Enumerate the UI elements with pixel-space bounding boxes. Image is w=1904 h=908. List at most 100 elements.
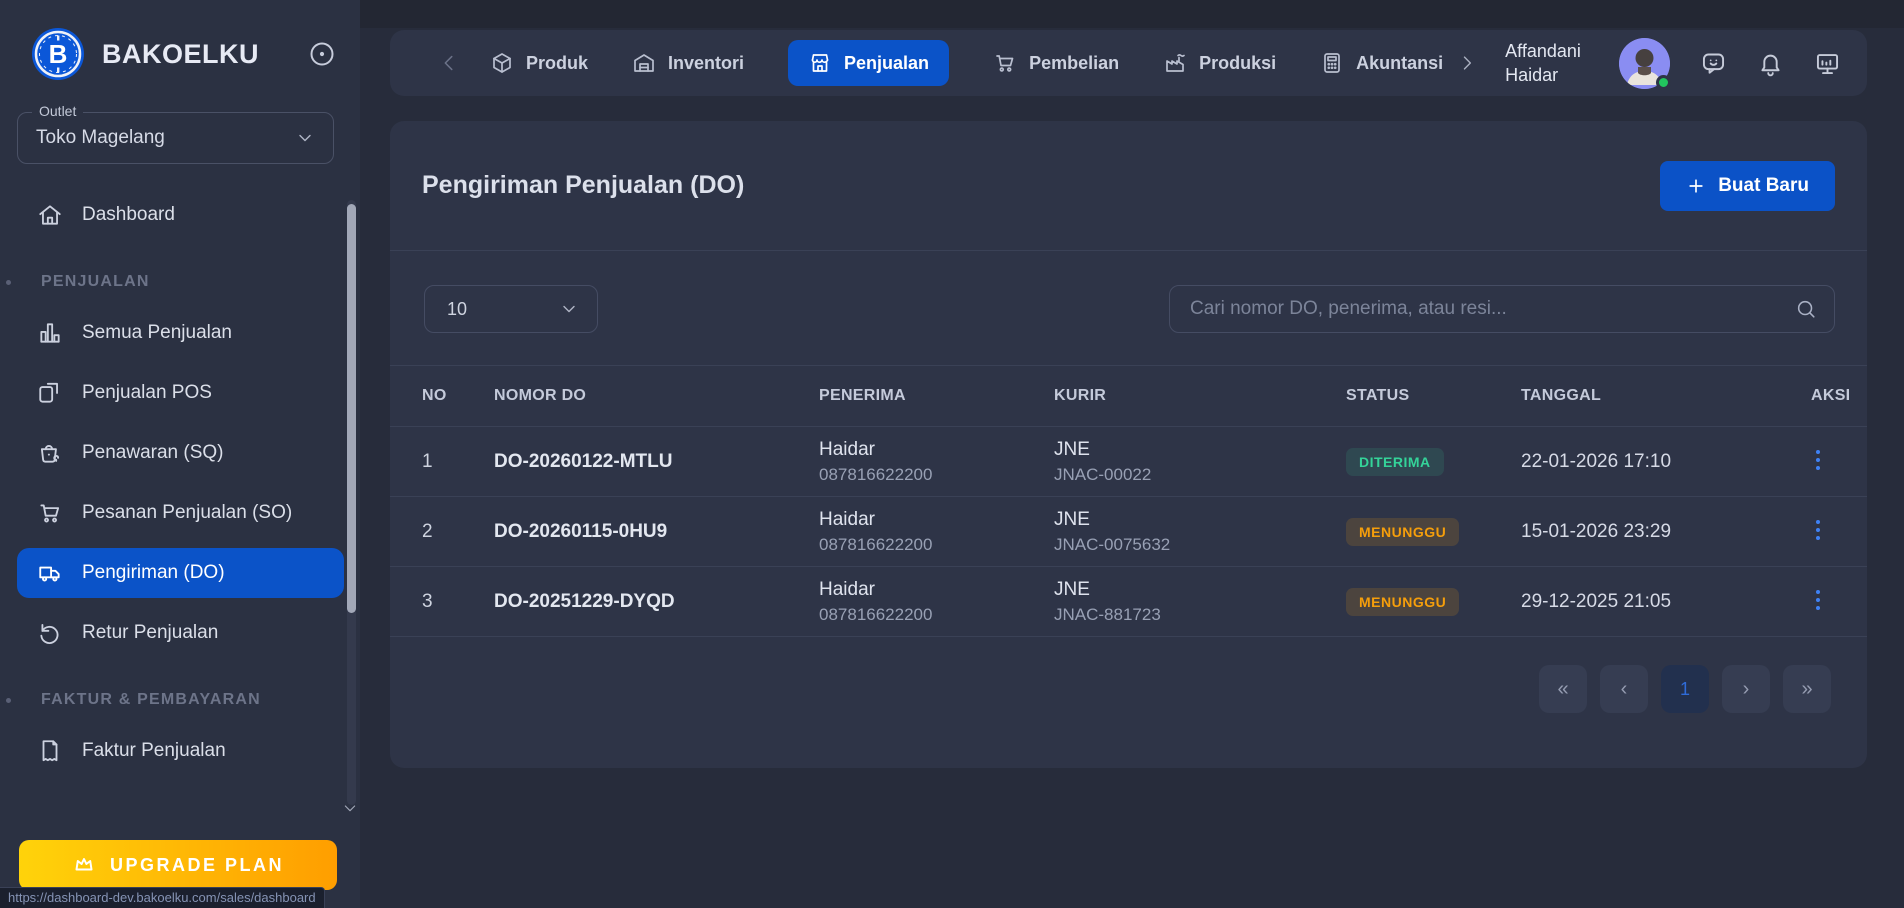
- outlet-label: Outlet: [32, 103, 84, 119]
- tab-penjualan[interactable]: Penjualan: [788, 40, 950, 86]
- truck-icon: [39, 566, 60, 582]
- kurir-nama: JNE: [1054, 578, 1090, 600]
- status-url-text: https://dashboard-dev.bakoelku.com/sales…: [8, 890, 316, 905]
- panel-header: Pengiriman Penjualan (DO) Buat Baru: [390, 121, 1867, 251]
- cell-status: MENUNGGU: [1346, 517, 1521, 546]
- row-actions-menu-icon[interactable]: [1811, 515, 1825, 548]
- display-monitor-icon[interactable]: [1814, 50, 1841, 77]
- scroll-chevron-down-icon[interactable]: [342, 800, 358, 816]
- section-bullet: [6, 697, 11, 703]
- col-header-penerima: PENERIMA: [819, 387, 906, 404]
- storefront-icon: [811, 54, 829, 72]
- sidebar-item-penjualan-pos[interactable]: Penjualan POS: [17, 368, 344, 418]
- kurir-resi: JNAC-881723: [1054, 604, 1161, 624]
- search-input[interactable]: [1169, 285, 1835, 333]
- invoice-document-icon: [42, 740, 58, 762]
- tab-label: Produk: [526, 52, 589, 73]
- cell-no: 2: [422, 520, 433, 542]
- kurir-resi: JNAC-0075632: [1054, 534, 1171, 554]
- cell-aksi: [1811, 585, 1839, 618]
- sidebar-item-retur-penjualan[interactable]: Retur Penjualan: [17, 608, 344, 658]
- nav-scroll-left-icon[interactable]: [438, 52, 460, 74]
- pagination-current-page[interactable]: 1: [1661, 665, 1709, 713]
- sidebar-item-label: Penjualan POS: [82, 382, 212, 403]
- notifications-bell-icon[interactable]: [1757, 50, 1784, 77]
- pagination-last-button[interactable]: »: [1783, 665, 1831, 713]
- table-row: 2 DO-20260115-0HU9 Haidar 087816622200 J…: [390, 497, 1867, 567]
- cube-icon: [493, 53, 511, 73]
- sidebar-collapse-toggle-icon[interactable]: [308, 40, 336, 68]
- row-actions-menu-icon[interactable]: [1811, 585, 1825, 618]
- sidebar-item-label: Semua Penjualan: [82, 322, 232, 343]
- sidebar-item-label: Dashboard: [82, 204, 175, 225]
- sidebar-scrollbar-thumb[interactable]: [347, 204, 356, 613]
- cell-no: 1: [422, 450, 433, 472]
- table-controls: 10: [390, 251, 1867, 333]
- tab-akuntansi[interactable]: Akuntansi: [1320, 51, 1443, 75]
- table-row: 1 DO-20260122-MTLU Haidar 087816622200 J…: [390, 427, 1867, 497]
- plus-icon: [1689, 178, 1703, 193]
- section-label: FAKTUR & PEMBAYARAN: [41, 691, 261, 708]
- warehouse-icon: [634, 54, 654, 72]
- sidebar-item-label: Penawaran (SQ): [82, 442, 224, 463]
- cell-penerima: Haidar 087816622200: [819, 579, 1054, 625]
- tab-pembelian[interactable]: Pembelian: [993, 51, 1119, 75]
- row-actions-menu-icon[interactable]: [1811, 445, 1825, 478]
- col-header-no: NO: [422, 387, 447, 404]
- section-bullet: [6, 279, 11, 285]
- sidebar-item-pesanan-penjualan-so[interactable]: Pesanan Penjualan (SO): [17, 488, 344, 538]
- sidebar-item-dashboard[interactable]: Dashboard: [17, 190, 344, 240]
- bakoelku-logo-icon: B: [32, 28, 84, 80]
- sidebar-menu: Dashboard PENJUALAN Semua Penjualan Penj…: [0, 190, 360, 776]
- penerima-telp: 087816622200: [819, 534, 933, 554]
- pagination-prev-button[interactable]: ‹: [1600, 665, 1648, 713]
- cell-tanggal: 15-01-2026 23:29: [1521, 520, 1672, 542]
- col-header-aksi: AKSI: [1811, 387, 1851, 404]
- status-badge: MENUNGGU: [1346, 587, 1460, 616]
- sidebar-section-faktur-pembayaran: FAKTUR & PEMBAYARAN: [0, 690, 360, 710]
- col-header-status: STATUS: [1346, 387, 1410, 404]
- upgrade-plan-button[interactable]: UPGRADE PLAN: [19, 840, 337, 890]
- tab-produksi[interactable]: Produksi: [1163, 51, 1276, 75]
- pagination-next-button[interactable]: ›: [1722, 665, 1770, 713]
- sidebar-item-penawaran-sq[interactable]: Penawaran (SQ): [17, 428, 344, 478]
- pos-device-icon: [39, 382, 58, 403]
- search-box: [1169, 285, 1835, 333]
- table-row: 3 DO-20251229-DYQD Haidar 087816622200 J…: [390, 567, 1867, 637]
- sidebar-item-label: Faktur Penjualan: [82, 740, 226, 761]
- penerima-telp: 087816622200: [819, 604, 933, 624]
- chevron-down-icon: [299, 134, 311, 142]
- user-avatar[interactable]: [1619, 37, 1671, 90]
- factory-icon: [1166, 54, 1185, 72]
- col-header-tanggal: TANGGAL: [1521, 387, 1602, 404]
- upgrade-plan-label: UPGRADE PLAN: [109, 854, 284, 875]
- page-size-select[interactable]: 10: [424, 285, 598, 333]
- user-first-name: Affandani: [1505, 40, 1581, 61]
- tab-inventori[interactable]: Inventori: [632, 51, 744, 75]
- col-header-nomor-do: NOMOR DO: [494, 387, 587, 404]
- shopping-cart-icon: [996, 55, 1014, 72]
- sidebar-item-pengiriman-do[interactable]: Pengiriman (DO): [17, 548, 344, 598]
- create-new-button[interactable]: Buat Baru: [1660, 160, 1835, 211]
- penerima-telp: 087816622200: [819, 464, 933, 484]
- tab-label: Produksi: [1199, 52, 1277, 73]
- table-header-row: NO NOMOR DO PENERIMA KURIR STATUS TANGGA…: [390, 365, 1867, 427]
- cell-aksi: [1811, 445, 1839, 478]
- sidebar: B BAKOELKU Outlet Toko Magelang Dashboar…: [0, 0, 360, 908]
- feedback-chat-icon[interactable]: [1700, 50, 1727, 77]
- tab-produk[interactable]: Produk: [490, 51, 588, 75]
- topbar-actions: [1619, 37, 1841, 90]
- module-tabs: Produk Inventori Penjualan Pembelian Pro…: [490, 40, 1443, 86]
- shopping-cart-icon: [40, 504, 60, 523]
- cell-kurir: JNE JNAC-0075632: [1054, 509, 1346, 555]
- cell-kurir: JNE JNAC-881723: [1054, 579, 1346, 625]
- calculator-icon: [1324, 53, 1340, 73]
- pagination-first-button[interactable]: «: [1539, 665, 1587, 713]
- outlet-value: Toko Magelang: [36, 127, 165, 148]
- status-badge: DITERIMA: [1346, 447, 1444, 476]
- nav-scroll-right-icon[interactable]: [1457, 53, 1477, 73]
- kurir-nama: JNE: [1054, 438, 1090, 460]
- sidebar-item-semua-penjualan[interactable]: Semua Penjualan: [17, 308, 344, 358]
- sidebar-item-faktur-penjualan[interactable]: Faktur Penjualan: [17, 726, 344, 776]
- outlet-select[interactable]: Outlet Toko Magelang: [17, 103, 334, 164]
